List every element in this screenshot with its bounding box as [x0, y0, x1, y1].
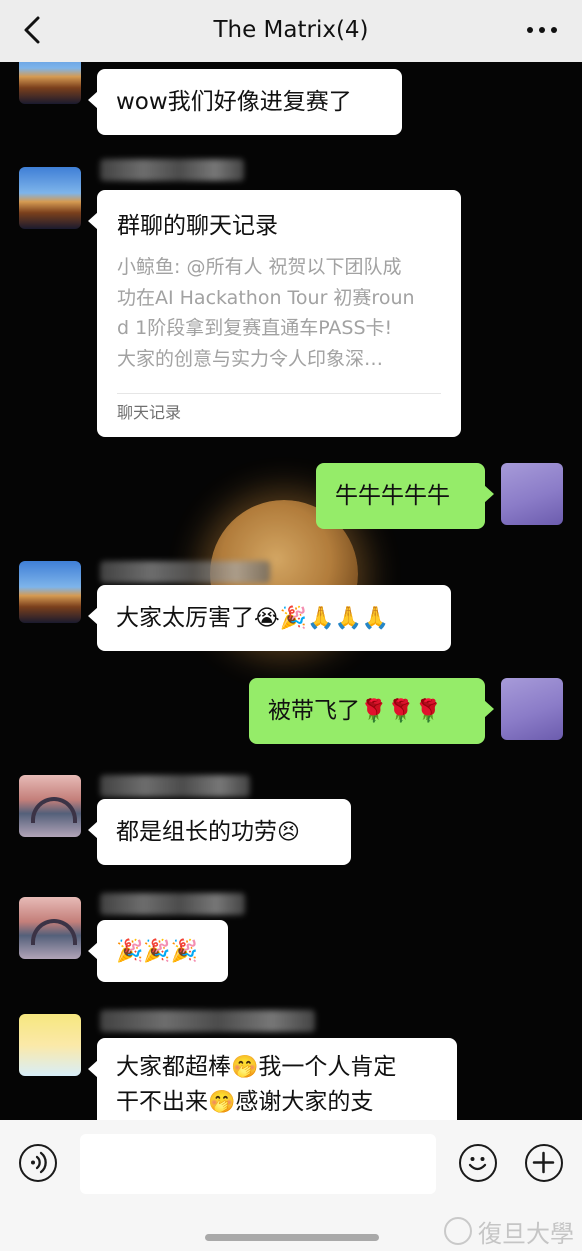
own-message-bubble[interactable]: 被带飞了🌹🌹🌹 — [249, 678, 494, 744]
sender-name-blurred — [100, 1010, 315, 1032]
message-text: 干不出来 — [116, 1089, 208, 1115]
emoji-sequence: 😣 — [277, 820, 300, 845]
chat-header: The Matrix(4) — [0, 0, 582, 62]
message-bubble[interactable]: wow我们好像进复赛了 — [88, 69, 402, 135]
card-preview-line: d 1阶段拿到复赛直通车PASS卡! — [117, 317, 393, 339]
voice-input-icon[interactable] — [19, 1144, 57, 1182]
message-text: 都是组长的功劳 — [116, 819, 277, 845]
watermark-text: 復旦大學 — [478, 1219, 574, 1248]
chat-area[interactable]: wow我们好像进复赛了 群聊的聊天记录 小鲸鱼: @所有人 祝贺以下团队成 功在… — [0, 62, 582, 1120]
card-divider — [117, 393, 441, 394]
avatar[interactable] — [19, 62, 81, 104]
emoji-picker-icon[interactable] — [459, 1144, 497, 1182]
message-text: wow我们好像进复赛了 — [116, 89, 352, 115]
message-bubble[interactable]: 大家太厉害了😭🎉🙏🙏🙏 — [88, 585, 451, 651]
card-title: 群聊的聊天记录 — [117, 213, 278, 239]
emoji: 🤭 — [208, 1090, 236, 1115]
message-bubble[interactable]: 大家都超棒🤭我一个人肯定 干不出来🤭感谢大家的支 — [88, 1038, 457, 1120]
message-line: 干不出来🤭感谢大家的支 — [116, 1085, 438, 1120]
message-bubble[interactable]: 都是组长的功劳😣 — [88, 799, 351, 865]
emoji-sequence: 😭🎉🙏🙏🙏 — [254, 606, 390, 631]
sender-name-blurred — [100, 561, 270, 583]
sender-name-blurred — [100, 775, 250, 797]
card-preview-line: 大家的创意与实力令人印象深… — [117, 347, 384, 370]
avatar[interactable] — [19, 897, 81, 959]
sender-name-blurred — [100, 893, 245, 915]
emoji: 🤭 — [231, 1055, 259, 1080]
input-bar: 復旦大學 — [0, 1120, 582, 1251]
card-footer: 聊天记录 — [117, 403, 182, 422]
message-text: 被带飞了 — [268, 698, 360, 724]
own-avatar[interactable] — [501, 463, 563, 525]
own-message-bubble[interactable]: 牛牛牛牛牛 — [316, 463, 494, 529]
more-options-icon[interactable] — [524, 16, 560, 44]
card-preview: 小鲸鱼: @所有人 祝贺以下团队成 功在AI Hackathon Tour 初赛… — [117, 252, 441, 374]
message-line: 大家都超棒🤭我一个人肯定 — [116, 1050, 438, 1085]
message-bubble[interactable]: 🎉🎉🎉 — [88, 920, 228, 982]
avatar[interactable] — [19, 1014, 81, 1076]
home-indicator[interactable] — [205, 1234, 379, 1241]
university-seal-icon — [444, 1217, 472, 1245]
emoji-sequence: 🌹🌹🌹 — [360, 699, 443, 724]
emoji-sequence: 🎉🎉🎉 — [116, 939, 199, 964]
card-preview-line: 小鲸鱼: @所有人 祝贺以下团队成 — [117, 256, 402, 278]
own-avatar[interactable] — [501, 678, 563, 740]
chat-history-card[interactable]: 群聊的聊天记录 小鲸鱼: @所有人 祝贺以下团队成 功在AI Hackathon… — [88, 190, 461, 437]
add-more-icon[interactable] — [525, 1144, 563, 1182]
message-text: 大家都超棒 — [116, 1054, 231, 1080]
university-watermark: 復旦大學 — [444, 1216, 574, 1248]
chat-title: The Matrix(4) — [213, 17, 369, 43]
message-text: 我一个人肯定 — [258, 1054, 397, 1080]
avatar[interactable] — [19, 167, 81, 229]
message-input[interactable] — [80, 1134, 436, 1194]
message-text: 大家太厉害了 — [116, 605, 254, 631]
avatar[interactable] — [19, 561, 81, 623]
message-text: 感谢大家的支 — [235, 1089, 374, 1115]
card-preview-line: 功在AI Hackathon Tour 初赛roun — [117, 286, 415, 309]
sender-name-blurred — [100, 159, 244, 181]
avatar[interactable] — [19, 775, 81, 837]
message-text: 牛牛牛牛牛 — [335, 483, 450, 509]
